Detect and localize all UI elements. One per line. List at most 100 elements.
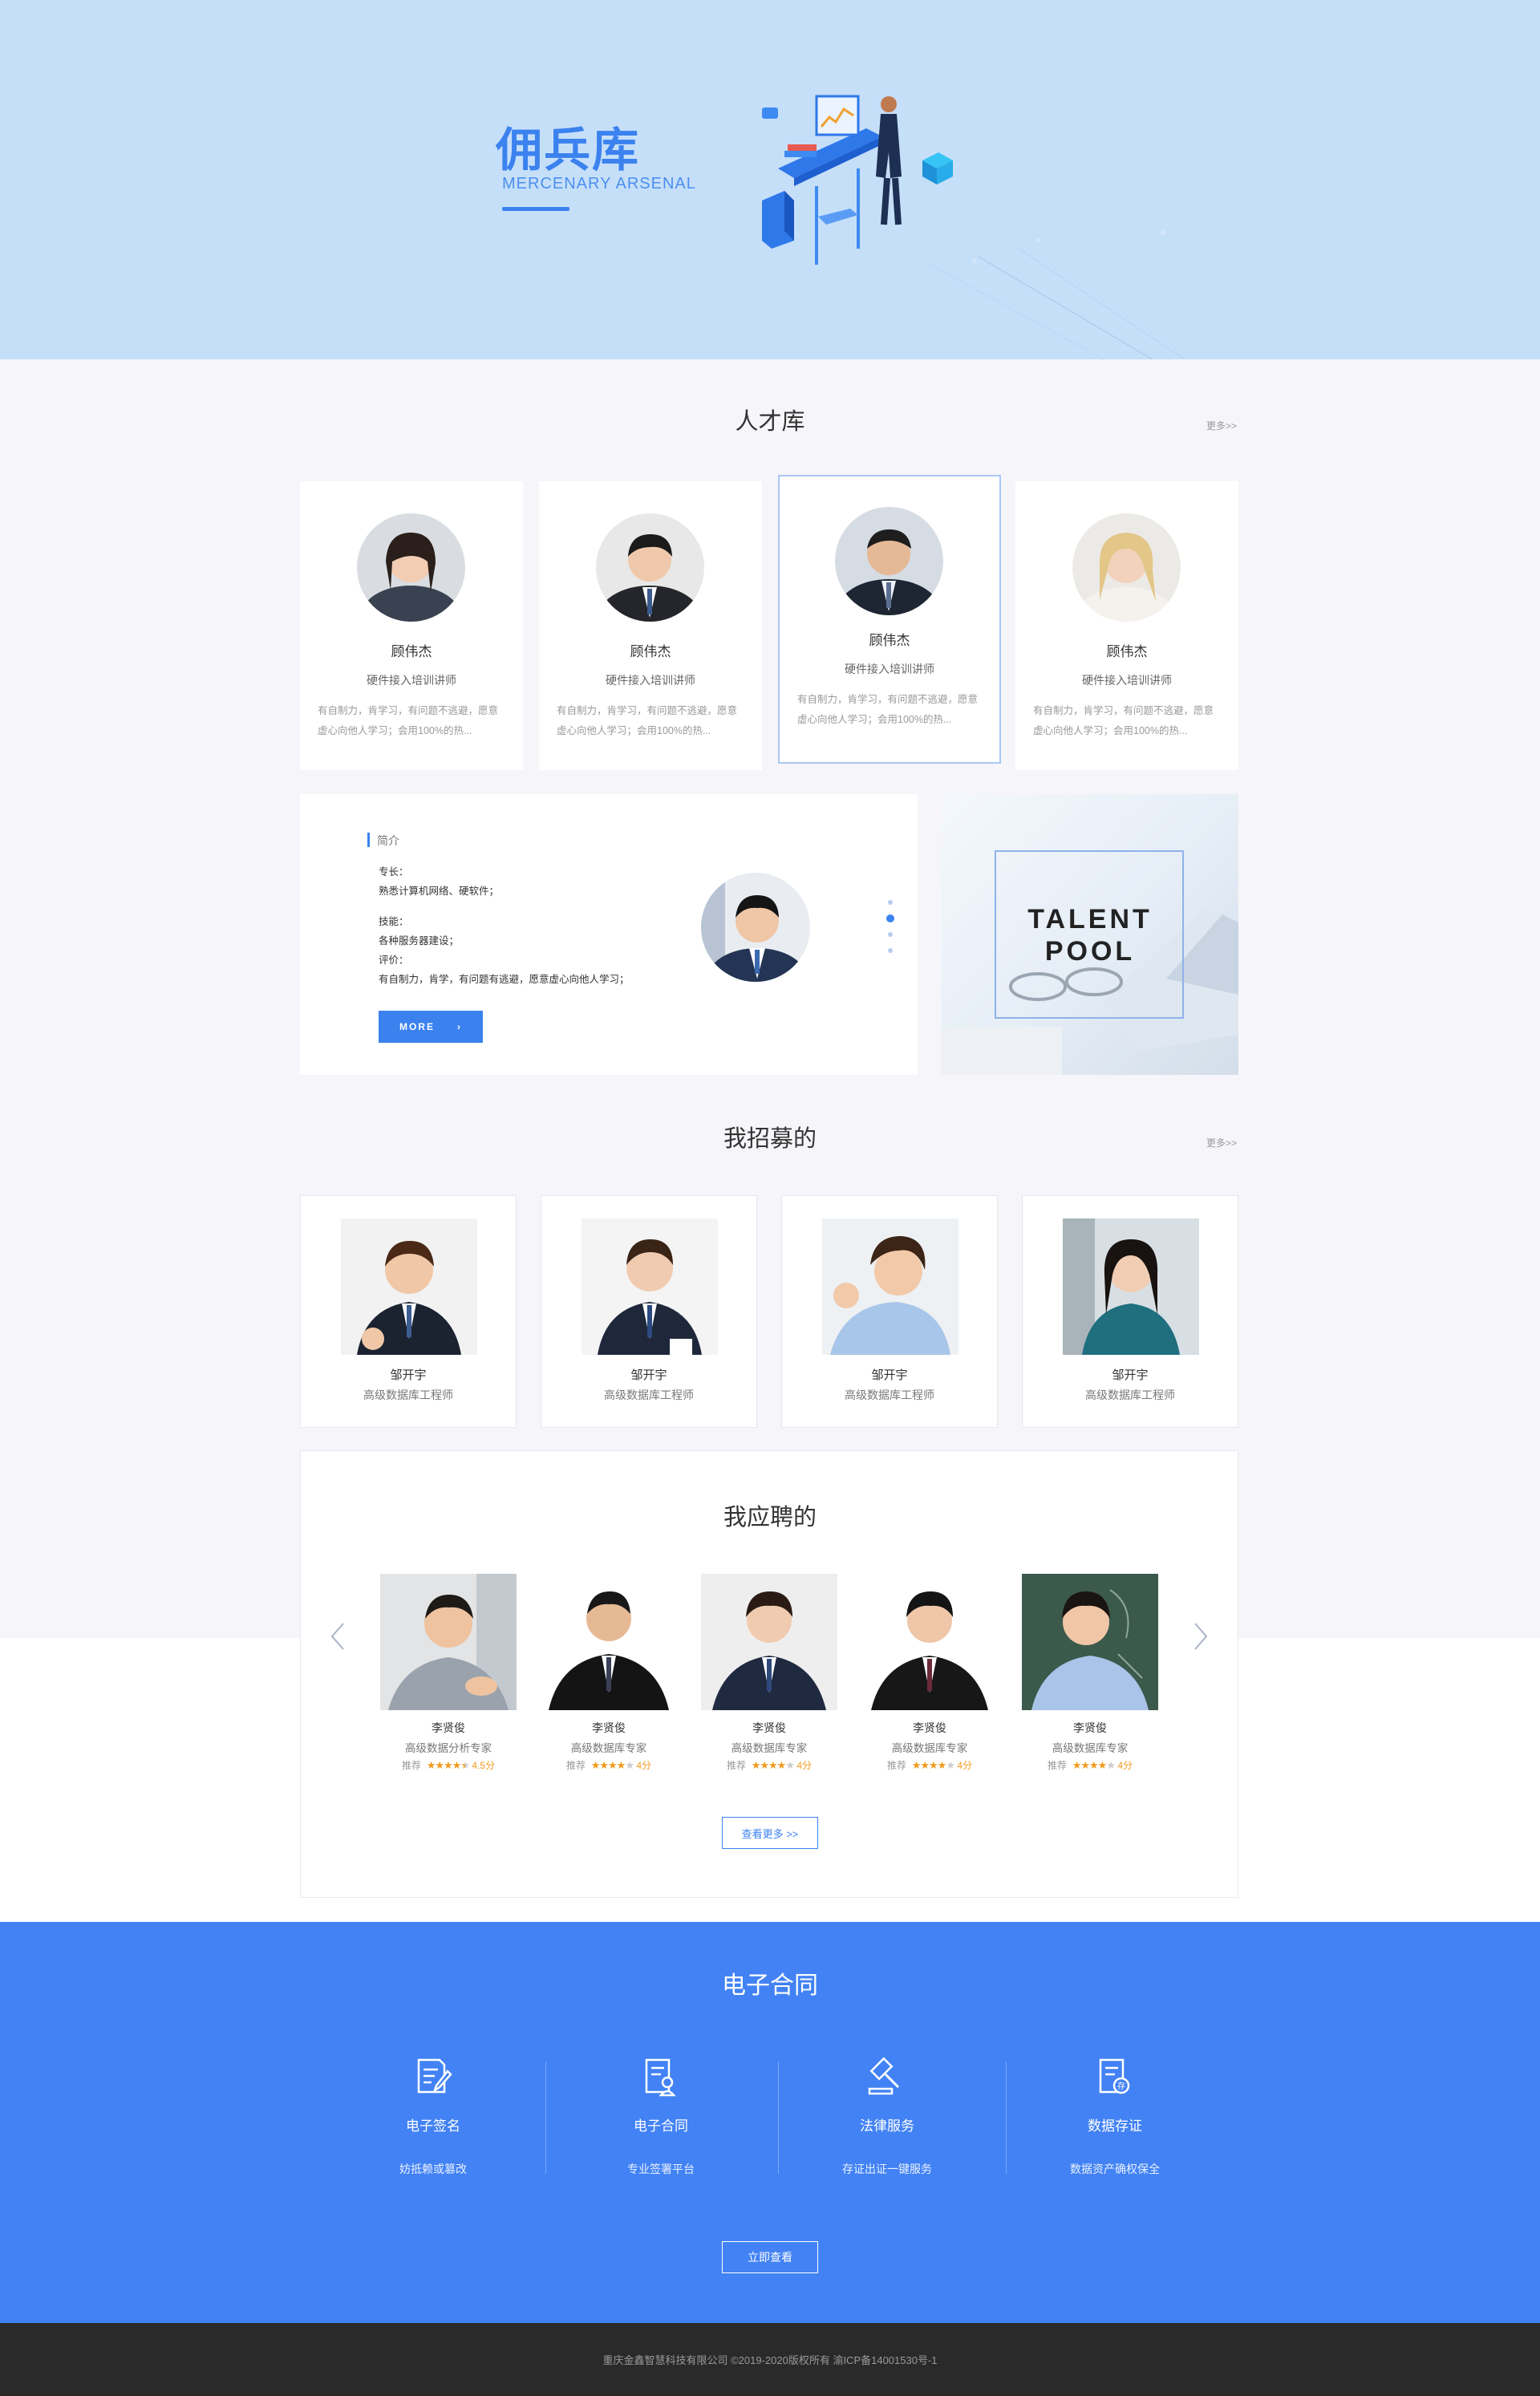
rating-score: 4分 bbox=[796, 1760, 812, 1771]
applied-name: 李贤俊 bbox=[1073, 1721, 1107, 1734]
footer: 重庆金鑫智慧科技有限公司 ©2019-2020版权所有 渝ICP备1400153… bbox=[0, 2323, 1540, 2396]
recruit-name: 邹开宇 bbox=[871, 1368, 908, 1382]
talent-card[interactable]: 顾伟杰 硬件接入培训讲师 有自制力，肯学习，有问题不逃避，愿意虚心向他人学习；会… bbox=[300, 481, 523, 770]
applied-card[interactable]: 李贤俊 高级数据库专家 推荐 ★★★★★ 4分 bbox=[1022, 1574, 1158, 1774]
service-desc: 妨抵赖或篡改 bbox=[399, 2163, 467, 2175]
talent-description: 有自制力，肯学习，有问题不逃避，愿意虚心向他人学习；会用100%的热... bbox=[557, 705, 738, 736]
service-e-signature[interactable]: 电子签名 妨抵赖或篡改 bbox=[329, 2053, 537, 2182]
recruit-name: 邹开宇 bbox=[630, 1368, 667, 1382]
chevron-left-icon[interactable] bbox=[329, 1622, 348, 1651]
hero-banner: 佣兵库 MERCENARY ARSENAL bbox=[0, 0, 1540, 359]
recruit-photo bbox=[341, 1218, 477, 1355]
avatar bbox=[596, 513, 704, 622]
recruit-card[interactable]: 邹开宇 高级数据库工程师 bbox=[1022, 1195, 1238, 1428]
avatar bbox=[1072, 513, 1181, 622]
service-desc: 专业签署平台 bbox=[627, 2163, 695, 2175]
applied-card[interactable]: 李贤俊 高级数据库专家 推荐 ★★★★★ 4分 bbox=[861, 1574, 998, 1774]
view-more-button[interactable]: 查看更多 >> bbox=[722, 1817, 818, 1849]
star-rating-icon: ★★★★★ bbox=[590, 1760, 634, 1772]
carousel-dots bbox=[886, 900, 895, 964]
carousel-dot[interactable] bbox=[888, 932, 893, 937]
view-now-button[interactable]: 立即查看 bbox=[722, 2241, 818, 2273]
applied-card[interactable]: 李贤俊 高级数据库专家 推荐 ★★★★★ 4分 bbox=[701, 1574, 837, 1774]
skills-text: 各种服务器建设； bbox=[379, 935, 460, 947]
chevron-right-icon[interactable] bbox=[1190, 1622, 1210, 1651]
more-button[interactable]: MORE › bbox=[379, 1011, 483, 1043]
applied-role: 高级数据库专家 bbox=[1052, 1742, 1129, 1754]
recommend-label: 推荐 bbox=[727, 1760, 747, 1771]
service-name: 数据存证 bbox=[1088, 2118, 1142, 2134]
contract-section-title: 电子合同 bbox=[722, 1972, 818, 2000]
star-rating-icon: ★★★★★ bbox=[911, 1760, 955, 1772]
avatar bbox=[357, 513, 465, 622]
certificate-document-icon: 存 bbox=[1099, 2058, 1130, 2094]
svg-text:存: 存 bbox=[1117, 2081, 1125, 2091]
talent-name: 顾伟杰 bbox=[630, 644, 671, 659]
star-rating-icon: ★★★★★ bbox=[751, 1760, 795, 1772]
applied-role: 高级数据库专家 bbox=[891, 1742, 968, 1754]
applied-rating: 推荐 ★★★★★ 4分 bbox=[1022, 1758, 1158, 1772]
gavel-icon bbox=[868, 2057, 900, 2095]
service-name: 电子签名 bbox=[406, 2118, 460, 2134]
divider bbox=[778, 2062, 779, 2174]
divider bbox=[1006, 2062, 1007, 2174]
workstation-illustration bbox=[762, 95, 953, 265]
star-rating-icon: ★★★★★ bbox=[1072, 1760, 1116, 1772]
intro-label: 简介 bbox=[377, 834, 399, 847]
talent-name: 顾伟杰 bbox=[391, 644, 432, 659]
carousel-dot-active[interactable] bbox=[886, 914, 894, 922]
carousel-dot[interactable] bbox=[888, 948, 893, 953]
sign-document-icon bbox=[417, 2058, 452, 2094]
applied-photo bbox=[380, 1574, 517, 1710]
applied-name: 李贤俊 bbox=[592, 1721, 626, 1734]
talent-name: 顾伟杰 bbox=[1106, 644, 1148, 659]
applied-rating: 推荐 ★★★★★ 4分 bbox=[541, 1758, 677, 1772]
recruit-card[interactable]: 邹开宇 高级数据库工程师 bbox=[541, 1195, 757, 1428]
applied-name: 李贤俊 bbox=[913, 1721, 946, 1734]
talent-more-link[interactable]: 更多>> bbox=[1206, 419, 1237, 432]
rating-score: 4分 bbox=[636, 1760, 651, 1771]
specialty-label: 专长： bbox=[379, 866, 409, 878]
talent-role: 硬件接入培训讲师 bbox=[845, 663, 934, 675]
applied-card[interactable]: 李贤俊 高级数据分析专家 推荐 ★★★★★ 4.5分 bbox=[380, 1574, 517, 1774]
rating-score: 4.5分 bbox=[472, 1760, 495, 1771]
talent-name: 顾伟杰 bbox=[869, 633, 910, 648]
applied-name: 李贤俊 bbox=[432, 1721, 465, 1734]
hero-subtitle: MERCENARY ARSENAL bbox=[502, 175, 696, 193]
talent-role: 硬件接入培训讲师 bbox=[606, 674, 695, 687]
recruit-card[interactable]: 邹开宇 高级数据库工程师 bbox=[781, 1195, 998, 1428]
talent-card[interactable]: 顾伟杰 硬件接入培训讲师 有自制力，肯学习，有问题不逃避，愿意虚心向他人学习；会… bbox=[1015, 481, 1238, 770]
intro-avatar bbox=[701, 873, 810, 982]
service-data-evidence[interactable]: 存 数据存证 数据资产确权保全 bbox=[1011, 2053, 1219, 2182]
service-desc: 存证出证一键服务 bbox=[842, 2163, 932, 2175]
hero-underline bbox=[502, 207, 569, 211]
applied-photo bbox=[1022, 1574, 1158, 1710]
talent-card-active[interactable]: 顾伟杰 硬件接入培训讲师 有自制力，肯学习，有问题不逃避，愿意虚心向他人学习；会… bbox=[778, 475, 1001, 764]
service-e-contract[interactable]: 电子合同 专业签署平台 bbox=[557, 2053, 765, 2182]
intro-panel: 简介 专长： 熟悉计算机网络、硬软件； 技能： 各种服务器建设； 评价： 有自制… bbox=[300, 794, 918, 1075]
talent-description: 有自制力，肯学习，有问题不逃避，愿意虚心向他人学习；会用100%的热... bbox=[797, 694, 979, 725]
talent-description: 有自制力，肯学习，有问题不逃避，愿意虚心向他人学习；会用100%的热... bbox=[318, 705, 499, 736]
talent-card[interactable]: 顾伟杰 硬件接入培训讲师 有自制力，肯学习，有问题不逃避，愿意虚心向他人学习；会… bbox=[539, 481, 762, 770]
service-legal[interactable]: 法律服务 存证出证一键服务 bbox=[783, 2053, 991, 2182]
specialty-text: 熟悉计算机网络、硬软件； bbox=[379, 886, 500, 897]
applied-card[interactable]: 李贤俊 高级数据库专家 推荐 ★★★★★ 4分 bbox=[541, 1574, 677, 1774]
recommend-label: 推荐 bbox=[402, 1760, 422, 1771]
evaluation-label: 评价： bbox=[379, 955, 409, 966]
talent-role: 硬件接入培训讲师 bbox=[367, 674, 456, 687]
chevron-right-icon: › bbox=[457, 1021, 462, 1032]
applied-photo bbox=[541, 1574, 677, 1710]
pool-text-line-1: TALENT bbox=[1027, 904, 1153, 934]
talent-section-title: 人才库 bbox=[735, 407, 805, 435]
recruit-role: 高级数据库工程师 bbox=[845, 1389, 934, 1401]
recommend-label: 推荐 bbox=[887, 1760, 907, 1771]
divider bbox=[545, 2062, 546, 2174]
applied-role: 高级数据库专家 bbox=[570, 1742, 647, 1754]
recruit-more-link[interactable]: 更多>> bbox=[1206, 1136, 1237, 1149]
recruit-card[interactable]: 邹开宇 高级数据库工程师 bbox=[300, 1195, 517, 1428]
recruit-photo bbox=[822, 1218, 958, 1355]
service-name: 法律服务 bbox=[860, 2118, 914, 2134]
recommend-label: 推荐 bbox=[566, 1760, 586, 1771]
applied-photo bbox=[861, 1574, 998, 1710]
carousel-dot[interactable] bbox=[888, 900, 893, 905]
